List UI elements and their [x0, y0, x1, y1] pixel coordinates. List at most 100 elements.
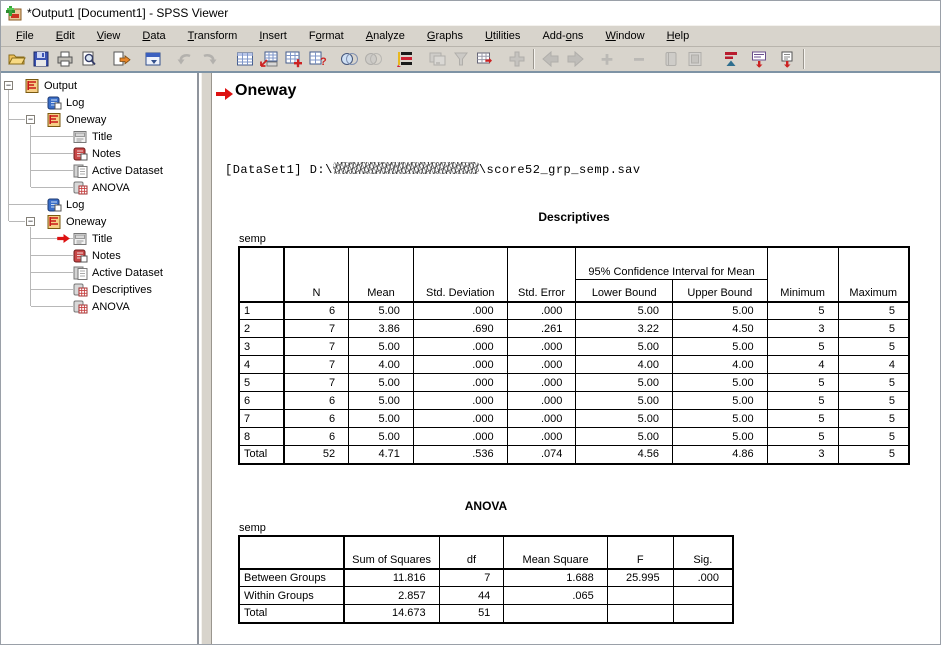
menu-item[interactable]: Transform: [177, 27, 249, 45]
outline-item-label: Title: [92, 131, 112, 143]
table-cell: 2.857: [344, 587, 440, 605]
pane-splitter[interactable]: [201, 73, 212, 644]
column-header: Upper Bound: [673, 280, 768, 302]
outline-item-anova[interactable]: ANOVA: [73, 298, 130, 315]
table-cell: .000: [673, 569, 733, 587]
table-cell: 5: [838, 302, 909, 320]
goto-case-icon[interactable]: [257, 48, 281, 70]
outline-item-title-selected[interactable]: Title: [73, 230, 112, 247]
column-header: Maximum: [838, 248, 909, 302]
outline-item-title[interactable]: Title: [73, 128, 112, 145]
promote-outline-icon[interactable]: [719, 48, 743, 70]
menu-item[interactable]: Utilities: [474, 27, 531, 45]
outline-item-label: Oneway: [66, 114, 106, 126]
redo-icon[interactable]: [197, 48, 221, 70]
insert-table-icon[interactable]: [473, 48, 497, 70]
table-row: Within Groups 2.857 44 .065: [239, 587, 733, 605]
table-cell: .000: [507, 410, 576, 428]
variables-icon[interactable]: [281, 48, 305, 70]
tree-expander[interactable]: −: [26, 217, 35, 226]
find-icon[interactable]: [337, 48, 361, 70]
expand-outline-icon[interactable]: [595, 48, 619, 70]
variable-info-icon[interactable]: ?: [305, 48, 329, 70]
table-cell: 7: [439, 569, 504, 587]
table-cell: 25.995: [607, 569, 673, 587]
tree-expander[interactable]: −: [4, 81, 13, 90]
current-item-arrow: [216, 88, 233, 100]
pivot-icon[interactable]: [505, 48, 529, 70]
tree-connector: [31, 170, 73, 171]
demote-outline-icon[interactable]: [747, 48, 771, 70]
outline-item-active-dataset[interactable]: Active Dataset: [73, 264, 163, 281]
menu-item[interactable]: Edit: [45, 27, 86, 45]
outline-item-log[interactable]: Log: [47, 94, 84, 111]
outline-item-active-dataset[interactable]: Active Dataset: [73, 162, 163, 179]
collapse-outline-icon[interactable]: [627, 48, 651, 70]
save-file-icon[interactable]: [29, 48, 53, 70]
menu-item[interactable]: Add-ons: [531, 27, 594, 45]
table-cell: 5: [767, 428, 838, 446]
outline-item-descriptives[interactable]: Descriptives: [73, 281, 152, 298]
show-all-icon[interactable]: [659, 48, 683, 70]
tree-expander[interactable]: −: [26, 115, 35, 124]
procedure-icon: [25, 79, 40, 93]
find-replace-icon[interactable]: [361, 48, 385, 70]
back-icon[interactable]: [539, 48, 563, 70]
row-label: 1: [239, 302, 284, 320]
column-header: [239, 537, 344, 569]
outline-item-oneway[interactable]: Oneway: [47, 111, 106, 128]
menu-item[interactable]: Window: [594, 27, 655, 45]
undo-icon[interactable]: [173, 48, 197, 70]
outline-item-anova[interactable]: ANOVA: [73, 179, 130, 196]
table-cell: [504, 605, 607, 623]
open-file-icon[interactable]: [5, 48, 29, 70]
select-last-output-icon[interactable]: [393, 48, 417, 70]
outline-item-log[interactable]: Log: [47, 196, 84, 213]
anova-title: ANOVA: [238, 499, 734, 513]
tree-connector: [9, 102, 47, 103]
menu-item[interactable]: Data: [131, 27, 176, 45]
descriptives-block: Descriptives semp N Mean Std. Deviation …: [238, 210, 910, 465]
menu-item[interactable]: View: [86, 27, 132, 45]
insert-heading-icon[interactable]: [775, 48, 799, 70]
print-preview-icon[interactable]: [77, 48, 101, 70]
column-header: Sum of Squares: [344, 537, 440, 569]
outline-item-notes[interactable]: Notes: [73, 247, 121, 264]
table-cell: 4.50: [673, 320, 768, 338]
spss-viewer-icon: [5, 5, 22, 21]
table-cell: 5.00: [576, 374, 673, 392]
column-header: Minimum: [767, 248, 838, 302]
menu-item[interactable]: Graphs: [416, 27, 474, 45]
outline-item-output[interactable]: Output: [25, 77, 77, 94]
forward-icon[interactable]: [563, 48, 587, 70]
table-cell: .000: [507, 374, 576, 392]
table-icon: [73, 181, 88, 195]
outline-item-label: Active Dataset: [92, 267, 163, 279]
export-output-icon[interactable]: [109, 48, 133, 70]
designate-window-icon[interactable]: [425, 48, 449, 70]
menu-item[interactable]: Format: [298, 27, 355, 45]
dataset-line: [DataSet1] D:\\score52_grp_semp.sav: [225, 162, 641, 177]
menu-item[interactable]: Insert: [248, 27, 298, 45]
menu-item[interactable]: Analyze: [355, 27, 416, 45]
hide-all-icon[interactable]: [683, 48, 707, 70]
table-cell: 5.00: [673, 410, 768, 428]
tree-connector: [31, 187, 73, 188]
outline-item-oneway[interactable]: Oneway: [47, 213, 106, 230]
table-cell: 5: [838, 410, 909, 428]
show-results-icon[interactable]: [449, 48, 473, 70]
menu-item[interactable]: File: [5, 27, 45, 45]
menu-item[interactable]: Help: [656, 27, 701, 45]
row-label: 3: [239, 338, 284, 356]
descriptives-caption: semp: [238, 233, 910, 247]
goto-data-icon[interactable]: [233, 48, 257, 70]
tree-connector: [31, 289, 73, 290]
table-cell: [673, 605, 733, 623]
print-icon[interactable]: [53, 48, 77, 70]
tree-connector: [31, 306, 73, 307]
outline-item-notes[interactable]: Notes: [73, 145, 121, 162]
table-cell: 7: [284, 320, 349, 338]
row-label: 8: [239, 428, 284, 446]
dialog-recall-icon[interactable]: [141, 48, 165, 70]
dataset-path-suffix: \score52_grp_semp.sav: [479, 163, 641, 177]
